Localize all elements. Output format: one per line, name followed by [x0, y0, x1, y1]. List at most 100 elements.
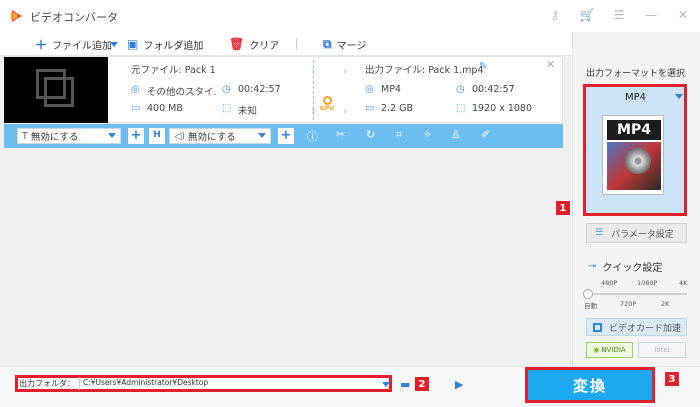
crop-icon[interactable]: ⌗: [396, 128, 402, 142]
add-audio-button[interactable]: +: [278, 128, 294, 144]
folder-plus-icon: ▣: [127, 37, 139, 51]
edit-pen-icon[interactable]: ✐: [481, 128, 490, 141]
chevron-down-icon: [108, 133, 116, 138]
annotation-badge-3: 3: [664, 371, 680, 387]
convert-button[interactable]: 変換: [525, 367, 655, 403]
annotation-badge-1: 1: [555, 200, 571, 216]
quick-settings-label: クイック設定: [602, 263, 663, 274]
add-subtitle-button[interactable]: +: [128, 128, 144, 144]
title-bar: ビデオコンバータ ⚷ 🛒 ☰ — ✕: [0, 0, 700, 32]
disc-graphic: [625, 148, 651, 174]
remove-file-icon[interactable]: ✕: [546, 58, 555, 71]
audio-select[interactable]: ◁) 無効にする: [169, 128, 271, 144]
add-folder-label: フォルダ追加: [143, 40, 204, 52]
output-format-title: 出力フォーマットを選択: [586, 69, 686, 79]
app-logo-icon: [11, 10, 22, 22]
add-file-button[interactable]: ＋ ファイル追加: [35, 36, 112, 52]
slider-icon: ⊸: [588, 261, 597, 272]
speaker-icon: ◁): [174, 130, 186, 142]
window-title: ビデオコンバータ: [30, 11, 118, 24]
effects-wand-icon[interactable]: ✧: [423, 128, 432, 141]
sliders-icon: ☰: [595, 228, 604, 238]
merge-label: マージ: [336, 40, 367, 52]
parameter-settings-label: パラメータ設定: [611, 229, 674, 240]
trash-icon: 🗑: [229, 37, 245, 51]
close-icon[interactable]: ✕: [674, 6, 692, 24]
merge-icon: ⧉: [323, 36, 332, 51]
output-folder-path[interactable]: C:¥Users¥Administrator¥Desktop: [79, 377, 390, 390]
source-format: その他のスタイ.: [147, 87, 217, 98]
merge-button[interactable]: ⧉ マージ: [323, 36, 366, 52]
quality-label-480p: 480P: [601, 279, 618, 287]
output-size: 2.2 GB: [381, 103, 414, 114]
cart-icon[interactable]: 🛒: [578, 6, 596, 24]
source-resolution: 未知: [238, 106, 258, 117]
source-duration: 00:42:57: [238, 84, 281, 95]
intel-button[interactable]: intel: [638, 342, 686, 358]
clear-label: クリア: [249, 40, 280, 52]
quality-label-1080p: 1080P: [637, 279, 658, 287]
add-folder-button[interactable]: ▣ フォルダ追加: [127, 36, 203, 52]
chevron-down-icon: [110, 41, 118, 47]
source-file-name: 元ファイル: Pack 1: [131, 65, 216, 76]
nvidia-label: NVIDIA: [601, 346, 626, 354]
quick-settings-title: ⊸ クイック設定: [588, 259, 662, 274]
info-icon[interactable]: ⓘ: [307, 128, 318, 144]
output-resolution: 1920 x 1080: [472, 103, 533, 114]
preview-play-icon[interactable]: ▶: [455, 378, 463, 391]
main-toolbar: ＋ ファイル追加 ▣ フォルダ追加 🗑 クリア ⧉ マージ: [0, 32, 572, 56]
minimize-icon[interactable]: —: [642, 6, 660, 24]
add-dropdown-button[interactable]: [110, 36, 118, 52]
mp4-icon-label: MP4: [607, 120, 661, 140]
plus-icon: ＋: [35, 37, 48, 52]
output-file-name: 出力ファイル: Pack 1.mp4: [365, 65, 484, 76]
output-folder-label: 出力フォルダ：: [19, 379, 75, 388]
quality-label-2k: 2K: [661, 300, 670, 308]
clock-icon: ◷: [456, 84, 465, 95]
menu-icon[interactable]: ☰: [610, 6, 628, 24]
annotation-badge-2: 2: [414, 376, 430, 392]
add-file-label: ファイル追加: [52, 40, 113, 52]
source-size: 400 MB: [147, 103, 183, 114]
output-format: MP4: [381, 84, 401, 95]
divider-dashed: [313, 60, 314, 120]
gpu-acceleration-toggle[interactable]: ビデオカード加速: [586, 318, 687, 336]
watermark-stamp-icon[interactable]: ♙: [451, 128, 461, 141]
folder-icon: ▭: [365, 103, 375, 114]
chevron-down-icon[interactable]: [675, 94, 683, 99]
key-icon[interactable]: ⚷: [546, 6, 564, 24]
clear-button[interactable]: 🗑 クリア: [229, 36, 279, 52]
scissors-icon[interactable]: ✂: [336, 128, 345, 141]
format-icon: ◎: [365, 84, 374, 95]
chip-icon: [593, 322, 602, 332]
heading-icon[interactable]: H: [149, 128, 165, 144]
chevron-right-icon: ›: [343, 104, 348, 117]
chevron-down-icon[interactable]: [382, 382, 390, 387]
mp4-format-icon[interactable]: MP4: [602, 115, 664, 195]
toolbar-divider: [296, 38, 297, 50]
quality-label-4k: 4K: [679, 279, 688, 287]
gpu-acceleration-label: ビデオカード加速: [609, 323, 682, 334]
folder-icon: ▭: [131, 103, 141, 114]
quality-label-720p: 720P: [620, 300, 637, 308]
video-thumbnail[interactable]: [4, 57, 108, 123]
thumbnail-placeholder-icon-back: [44, 77, 74, 107]
text-icon: T: [22, 130, 28, 142]
audio-select-value: 無効にする: [188, 132, 236, 143]
clock-icon: ◷: [222, 84, 231, 95]
nvidia-button[interactable]: ◉ NVIDIA: [586, 342, 633, 358]
subtitle-select[interactable]: T 無効にする: [17, 128, 121, 144]
subtitle-select-value: 無効にする: [30, 132, 79, 143]
open-folder-icon[interactable]: ▬: [400, 378, 410, 391]
rotate-icon[interactable]: ↻: [366, 128, 375, 141]
quality-slider-handle[interactable]: [583, 289, 593, 299]
edit-pencil-icon[interactable]: ✎: [479, 61, 487, 72]
quality-label-auto: 自動: [584, 302, 597, 310]
parameter-settings-button[interactable]: ☰ パラメータ設定: [586, 223, 687, 243]
nvidia-eye-icon: ◉: [593, 346, 600, 354]
output-duration: 00:42:57: [472, 84, 515, 95]
chevron-down-icon: [258, 133, 266, 138]
quality-slider-track[interactable]: [588, 293, 687, 295]
selected-format: MP4: [625, 92, 647, 103]
gpu-icon: GPU: [319, 96, 335, 114]
